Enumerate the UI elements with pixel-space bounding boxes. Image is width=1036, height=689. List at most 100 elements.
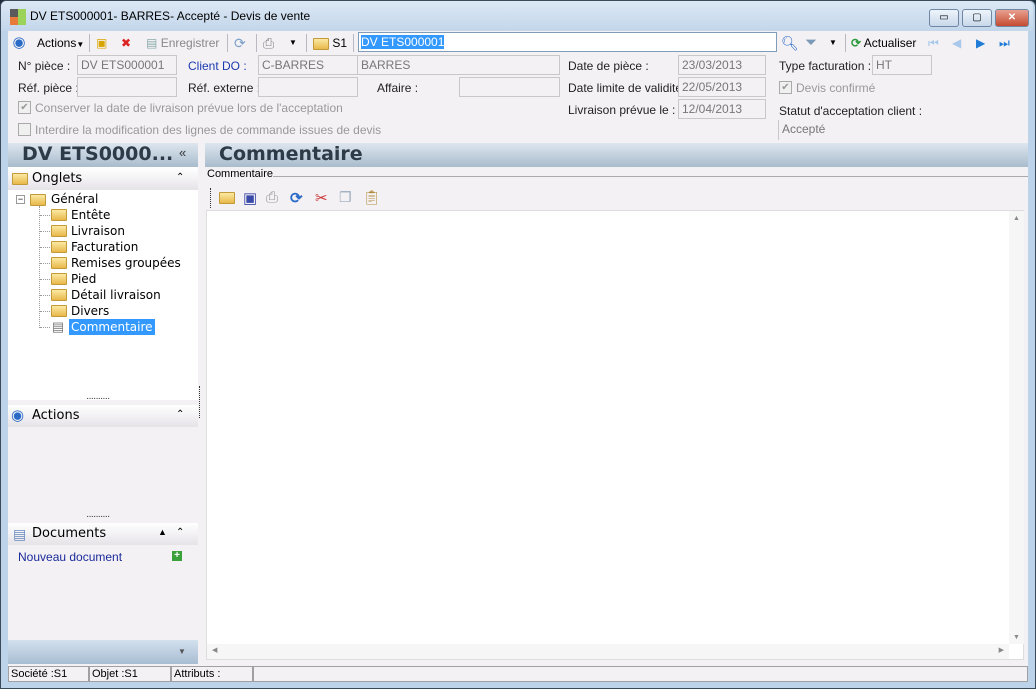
collapse-sidebar-button[interactable]: « <box>179 145 186 160</box>
date-limite-field[interactable]: 22/05/2013 <box>678 77 766 97</box>
ref-externe-label: Réf. externe : <box>188 81 261 95</box>
folder-icon <box>51 209 67 221</box>
new-icon[interactable]: ▣ <box>96 33 112 53</box>
folder-icon <box>51 241 67 253</box>
open-icon[interactable] <box>219 192 235 204</box>
devis-confirme-label: Devis confirmé <box>796 81 876 95</box>
status-attributs: Attributs : <box>171 666 253 682</box>
tree-line <box>40 311 50 312</box>
sync-icon[interactable]: ⟳ <box>234 33 246 53</box>
onglets-header[interactable]: Onglets <box>8 168 198 190</box>
save-button[interactable]: ▤ Enregistrer <box>146 33 219 53</box>
collapse-onglets-icon[interactable]: ⌃ <box>176 172 184 183</box>
ref-externe-field[interactable] <box>258 77 358 97</box>
tree-item[interactable]: ▤ Commentaire <box>40 319 190 335</box>
conserver-checkbox[interactable]: ✔ <box>18 101 31 114</box>
client-code-field[interactable]: C-BARRES <box>258 55 358 75</box>
statut-field[interactable]: Accepté <box>778 120 900 140</box>
livraison-field[interactable]: 12/04/2013 <box>678 99 766 119</box>
tree-item[interactable]: Pied <box>40 271 190 287</box>
folder-icon <box>51 273 67 285</box>
actions-icon: ◉ <box>11 407 25 424</box>
tree-item-general[interactable]: Général <box>51 191 98 207</box>
delete-icon[interactable]: ✖ <box>121 33 137 53</box>
splitter-grip[interactable]: ·········· <box>86 511 110 522</box>
tree-item[interactable]: Remises groupées <box>40 255 190 271</box>
tree-line <box>40 279 50 280</box>
tree-line <box>40 215 50 216</box>
tree-expand-toggle[interactable]: − <box>16 195 25 204</box>
search-input[interactable]: DV ETS000001 <box>358 32 777 52</box>
folder-icon <box>12 173 28 185</box>
refresh-button[interactable]: ⟳ Actualiser <box>851 33 916 53</box>
print-icon[interactable]: ⎙ <box>266 189 278 206</box>
collapse-documents-icon[interactable]: ⌃ <box>176 527 184 538</box>
minimize-button[interactable]: ▭ <box>929 9 959 27</box>
documents-up-icon[interactable]: ▲ <box>158 527 167 537</box>
ref-piece-field[interactable] <box>77 77 177 97</box>
print-icon[interactable]: ⎙ <box>263 33 274 53</box>
filter-dropdown-icon[interactable]: ▼ <box>829 33 837 53</box>
tree-item[interactable]: Détail livraison <box>40 287 190 303</box>
folder-icon <box>51 257 67 269</box>
print-dropdown-icon[interactable]: ▼ <box>289 33 297 53</box>
first-record-icon[interactable]: ⏮ <box>928 33 939 53</box>
tree-item[interactable]: Livraison <box>40 223 190 239</box>
s1-button[interactable]: S1 <box>313 33 347 53</box>
save-icon[interactable]: ▣ <box>243 189 257 207</box>
filter-icon[interactable]: ⏷ <box>805 33 817 53</box>
documents-header[interactable]: Documents <box>8 523 198 545</box>
affaire-label: Affaire : <box>377 81 419 95</box>
separator <box>353 34 354 52</box>
copy-icon[interactable]: ❐ <box>339 189 352 206</box>
ref-piece-label: Réf. pièce : <box>18 81 79 95</box>
horizontal-scrollbar[interactable]: ◀ ▶ <box>207 644 1009 659</box>
separator <box>845 34 846 52</box>
n-piece-field[interactable]: DV ETS000001 <box>77 55 177 75</box>
app-icon <box>10 9 26 25</box>
tree-item[interactable]: Facturation <box>40 239 190 255</box>
paste-icon[interactable]: 📋︎ <box>363 189 381 206</box>
status-objet: Objet :S1 <box>89 666 171 682</box>
date-limite-label: Date limite de validité : <box>568 81 689 95</box>
comment-page-icon: ▤ <box>51 319 65 334</box>
tree-line <box>40 263 50 264</box>
actions-icon: ◉ <box>12 34 26 51</box>
tree-item-label: Divers <box>71 304 110 318</box>
devis-confirme-checkbox[interactable]: ✔ <box>779 81 792 94</box>
new-document-link[interactable]: Nouveau document <box>18 550 122 564</box>
actions-panel-label: Actions <box>32 408 80 423</box>
vertical-scrollbar[interactable]: ▲ ▼ <box>1009 211 1024 644</box>
next-record-icon[interactable]: ▶ <box>976 33 985 53</box>
actions-header[interactable]: Actions <box>8 405 198 427</box>
client-name-field[interactable]: BARRES <box>357 55 560 75</box>
tree-item-label: Livraison <box>71 224 125 238</box>
statut-label: Statut d'acceptation client : <box>779 104 923 118</box>
search-icon[interactable]: 🔍︎ <box>781 33 799 53</box>
add-document-icon[interactable]: + <box>172 551 182 561</box>
tree-line <box>40 231 50 232</box>
previous-record-icon[interactable]: ◀ <box>952 33 961 53</box>
actions-menu[interactable]: Actions▼ <box>37 33 84 53</box>
separator <box>256 34 257 52</box>
group-label: Commentaire <box>207 168 274 180</box>
sidebar-more-icon[interactable]: ▼ <box>178 647 186 656</box>
close-button[interactable]: ✕ <box>995 9 1029 27</box>
comment-textarea[interactable] <box>206 210 1024 660</box>
date-piece-field[interactable]: 23/03/2013 <box>678 55 766 75</box>
affaire-field[interactable] <box>459 77 560 97</box>
cut-icon[interactable]: ✂ <box>315 189 328 207</box>
type-facturation-field[interactable]: HT <box>872 55 932 75</box>
tree-item[interactable]: Entête <box>40 207 190 223</box>
folder-icon <box>51 305 67 317</box>
interdire-checkbox[interactable] <box>18 123 31 136</box>
vertical-splitter[interactable] <box>199 386 200 418</box>
collapse-actions-icon[interactable]: ⌃ <box>176 409 184 420</box>
last-record-icon[interactable]: ⏭ <box>999 33 1010 53</box>
tree-item[interactable]: Divers <box>40 303 190 319</box>
sync-icon[interactable]: ⟳ <box>290 189 303 207</box>
client-label[interactable]: Client DO : <box>188 59 247 73</box>
refresh-icon: ⟳ <box>851 36 862 50</box>
n-piece-label: N° pièce : <box>18 59 71 73</box>
maximize-button[interactable]: ▢ <box>962 9 992 27</box>
